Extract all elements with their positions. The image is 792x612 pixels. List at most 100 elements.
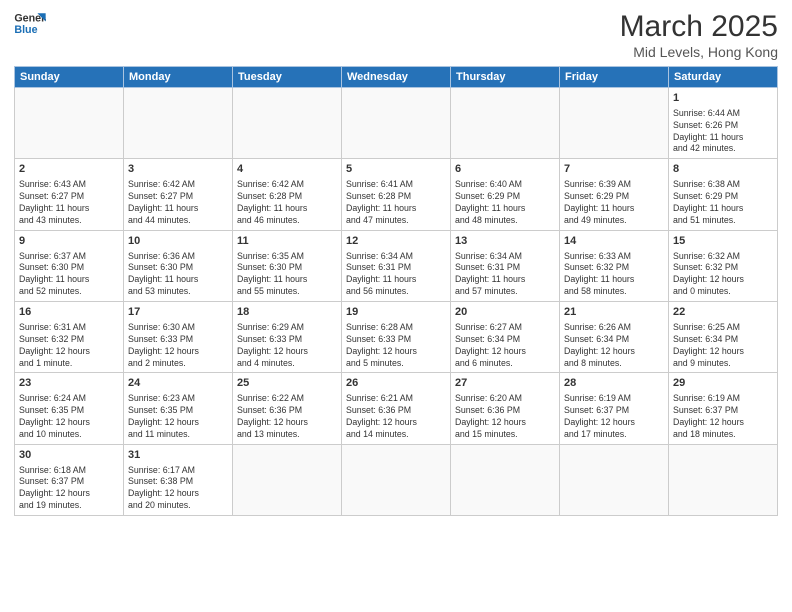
table-row: 4Sunrise: 6:42 AM Sunset: 6:28 PM Daylig… (233, 159, 342, 230)
day-info: Sunrise: 6:34 AM Sunset: 6:31 PM Dayligh… (455, 251, 555, 299)
table-row: 2 Sunrise: 6:43 AM Sunset: 6:27 PM Daylig… (15, 159, 124, 230)
calendar-week-row: 23 Sunrise: 6:24 AM Sunset: 6:35 PM Dayli… (15, 373, 778, 444)
day-info: Sunrise: 6:35 AM Sunset: 6:30 PM Dayligh… (237, 251, 337, 299)
table-row: 9Sunrise: 6:37 AM Sunset: 6:30 PM Daylig… (15, 230, 124, 301)
title-block: March 2025 Mid Levels, Hong Kong (620, 10, 778, 60)
day-info: Sunrise: 6:34 AM Sunset: 6:31 PM Dayligh… (346, 251, 446, 299)
table-row: 20 Sunrise: 6:27 AM Sunset: 6:34 PM Dayli… (451, 302, 560, 373)
day-number: 19 (346, 305, 446, 320)
table-row: 13 Sunrise: 6:34 AM Sunset: 6:31 PM Dayli… (451, 230, 560, 301)
day-info: Sunrise: 6:41 AM Sunset: 6:28 PM Dayligh… (346, 179, 446, 227)
table-row: 27Sunrise: 6:20 AM Sunset: 6:36 PM Dayli… (451, 373, 560, 444)
table-row: 26Sunrise: 6:21 AM Sunset: 6:36 PM Dayli… (342, 373, 451, 444)
table-row: 19 Sunrise: 6:28 AM Sunset: 6:33 PM Dayli… (342, 302, 451, 373)
day-number: 20 (455, 305, 555, 320)
table-row: 10 Sunrise: 6:36 AM Sunset: 6:30 PM Dayli… (124, 230, 233, 301)
day-info: Sunrise: 6:33 AM Sunset: 6:32 PM Dayligh… (564, 251, 664, 299)
calendar-week-row: 9Sunrise: 6:37 AM Sunset: 6:30 PM Daylig… (15, 230, 778, 301)
month-title: March 2025 (620, 10, 778, 44)
day-info: Sunrise: 6:31 AM Sunset: 6:32 PM Dayligh… (19, 322, 119, 370)
logo: General Blue (14, 10, 46, 38)
day-number: 6 (455, 162, 555, 177)
day-number: 1 (673, 91, 773, 106)
header: General Blue March 2025 Mid Levels, Hong… (14, 10, 778, 60)
table-row: 28 Sunrise: 6:19 AM Sunset: 6:37 PM Dayli… (560, 373, 669, 444)
day-info: Sunrise: 6:23 AM Sunset: 6:35 PM Dayligh… (128, 393, 228, 441)
calendar-week-row: 16 Sunrise: 6:31 AM Sunset: 6:32 PM Dayli… (15, 302, 778, 373)
day-info: Sunrise: 6:18 AM Sunset: 6:37 PM Dayligh… (19, 465, 119, 513)
day-number: 3 (128, 162, 228, 177)
table-row: 29Sunrise: 6:19 AM Sunset: 6:37 PM Dayli… (669, 373, 778, 444)
calendar-week-row: 1 Sunrise: 6:44 AM Sunset: 6:26 PM Daylig… (15, 88, 778, 159)
table-row (560, 444, 669, 515)
day-info: Sunrise: 6:39 AM Sunset: 6:29 PM Dayligh… (564, 179, 664, 227)
day-number: 13 (455, 234, 555, 249)
day-number: 27 (455, 376, 555, 391)
table-row (124, 88, 233, 159)
calendar-week-row: 30 Sunrise: 6:18 AM Sunset: 6:37 PM Dayli… (15, 444, 778, 515)
day-number: 30 (19, 448, 119, 463)
page: General Blue March 2025 Mid Levels, Hong… (0, 0, 792, 612)
generalblue-logo-icon: General Blue (14, 10, 46, 38)
day-info: Sunrise: 6:42 AM Sunset: 6:27 PM Dayligh… (128, 179, 228, 227)
day-info: Sunrise: 6:40 AM Sunset: 6:29 PM Dayligh… (455, 179, 555, 227)
calendar: Sunday Monday Tuesday Wednesday Thursday… (14, 66, 778, 516)
day-info: Sunrise: 6:44 AM Sunset: 6:26 PM Dayligh… (673, 108, 773, 156)
table-row: 16 Sunrise: 6:31 AM Sunset: 6:32 PM Dayli… (15, 302, 124, 373)
day-number: 5 (346, 162, 446, 177)
table-row: 25 Sunrise: 6:22 AM Sunset: 6:36 PM Dayli… (233, 373, 342, 444)
table-row: 14 Sunrise: 6:33 AM Sunset: 6:32 PM Dayli… (560, 230, 669, 301)
svg-text:Blue: Blue (14, 24, 37, 36)
table-row (233, 444, 342, 515)
day-info: Sunrise: 6:29 AM Sunset: 6:33 PM Dayligh… (237, 322, 337, 370)
day-info: Sunrise: 6:36 AM Sunset: 6:30 PM Dayligh… (128, 251, 228, 299)
day-number: 23 (19, 376, 119, 391)
day-number: 10 (128, 234, 228, 249)
day-number: 16 (19, 305, 119, 320)
col-saturday: Saturday (669, 67, 778, 88)
table-row (15, 88, 124, 159)
day-info: Sunrise: 6:19 AM Sunset: 6:37 PM Dayligh… (564, 393, 664, 441)
table-row (342, 88, 451, 159)
col-thursday: Thursday (451, 67, 560, 88)
day-info: Sunrise: 6:38 AM Sunset: 6:29 PM Dayligh… (673, 179, 773, 227)
table-row: 3 Sunrise: 6:42 AM Sunset: 6:27 PM Daylig… (124, 159, 233, 230)
day-info: Sunrise: 6:32 AM Sunset: 6:32 PM Dayligh… (673, 251, 773, 299)
day-number: 14 (564, 234, 664, 249)
table-row: 1 Sunrise: 6:44 AM Sunset: 6:26 PM Daylig… (669, 88, 778, 159)
table-row: 6 Sunrise: 6:40 AM Sunset: 6:29 PM Daylig… (451, 159, 560, 230)
table-row: 22Sunrise: 6:25 AM Sunset: 6:34 PM Dayli… (669, 302, 778, 373)
day-info: Sunrise: 6:17 AM Sunset: 6:38 PM Dayligh… (128, 465, 228, 513)
table-row: 21Sunrise: 6:26 AM Sunset: 6:34 PM Dayli… (560, 302, 669, 373)
table-row: 12 Sunrise: 6:34 AM Sunset: 6:31 PM Dayli… (342, 230, 451, 301)
table-row: 24Sunrise: 6:23 AM Sunset: 6:35 PM Dayli… (124, 373, 233, 444)
table-row (451, 88, 560, 159)
day-info: Sunrise: 6:28 AM Sunset: 6:33 PM Dayligh… (346, 322, 446, 370)
location-subtitle: Mid Levels, Hong Kong (620, 44, 778, 60)
table-row: 5 Sunrise: 6:41 AM Sunset: 6:28 PM Daylig… (342, 159, 451, 230)
day-number: 2 (19, 162, 119, 177)
day-info: Sunrise: 6:43 AM Sunset: 6:27 PM Dayligh… (19, 179, 119, 227)
day-info: Sunrise: 6:25 AM Sunset: 6:34 PM Dayligh… (673, 322, 773, 370)
day-number: 28 (564, 376, 664, 391)
day-number: 31 (128, 448, 228, 463)
table-row: 8 Sunrise: 6:38 AM Sunset: 6:29 PM Daylig… (669, 159, 778, 230)
day-number: 9 (19, 234, 119, 249)
day-number: 18 (237, 305, 337, 320)
table-row (342, 444, 451, 515)
day-number: 15 (673, 234, 773, 249)
day-info: Sunrise: 6:24 AM Sunset: 6:35 PM Dayligh… (19, 393, 119, 441)
table-row: 7Sunrise: 6:39 AM Sunset: 6:29 PM Daylig… (560, 159, 669, 230)
day-number: 12 (346, 234, 446, 249)
table-row: 30 Sunrise: 6:18 AM Sunset: 6:37 PM Dayli… (15, 444, 124, 515)
day-number: 11 (237, 234, 337, 249)
table-row (560, 88, 669, 159)
table-row (669, 444, 778, 515)
day-number: 26 (346, 376, 446, 391)
day-number: 25 (237, 376, 337, 391)
col-friday: Friday (560, 67, 669, 88)
table-row: 15 Sunrise: 6:32 AM Sunset: 6:32 PM Dayli… (669, 230, 778, 301)
day-info: Sunrise: 6:27 AM Sunset: 6:34 PM Dayligh… (455, 322, 555, 370)
day-number: 8 (673, 162, 773, 177)
day-info: Sunrise: 6:22 AM Sunset: 6:36 PM Dayligh… (237, 393, 337, 441)
